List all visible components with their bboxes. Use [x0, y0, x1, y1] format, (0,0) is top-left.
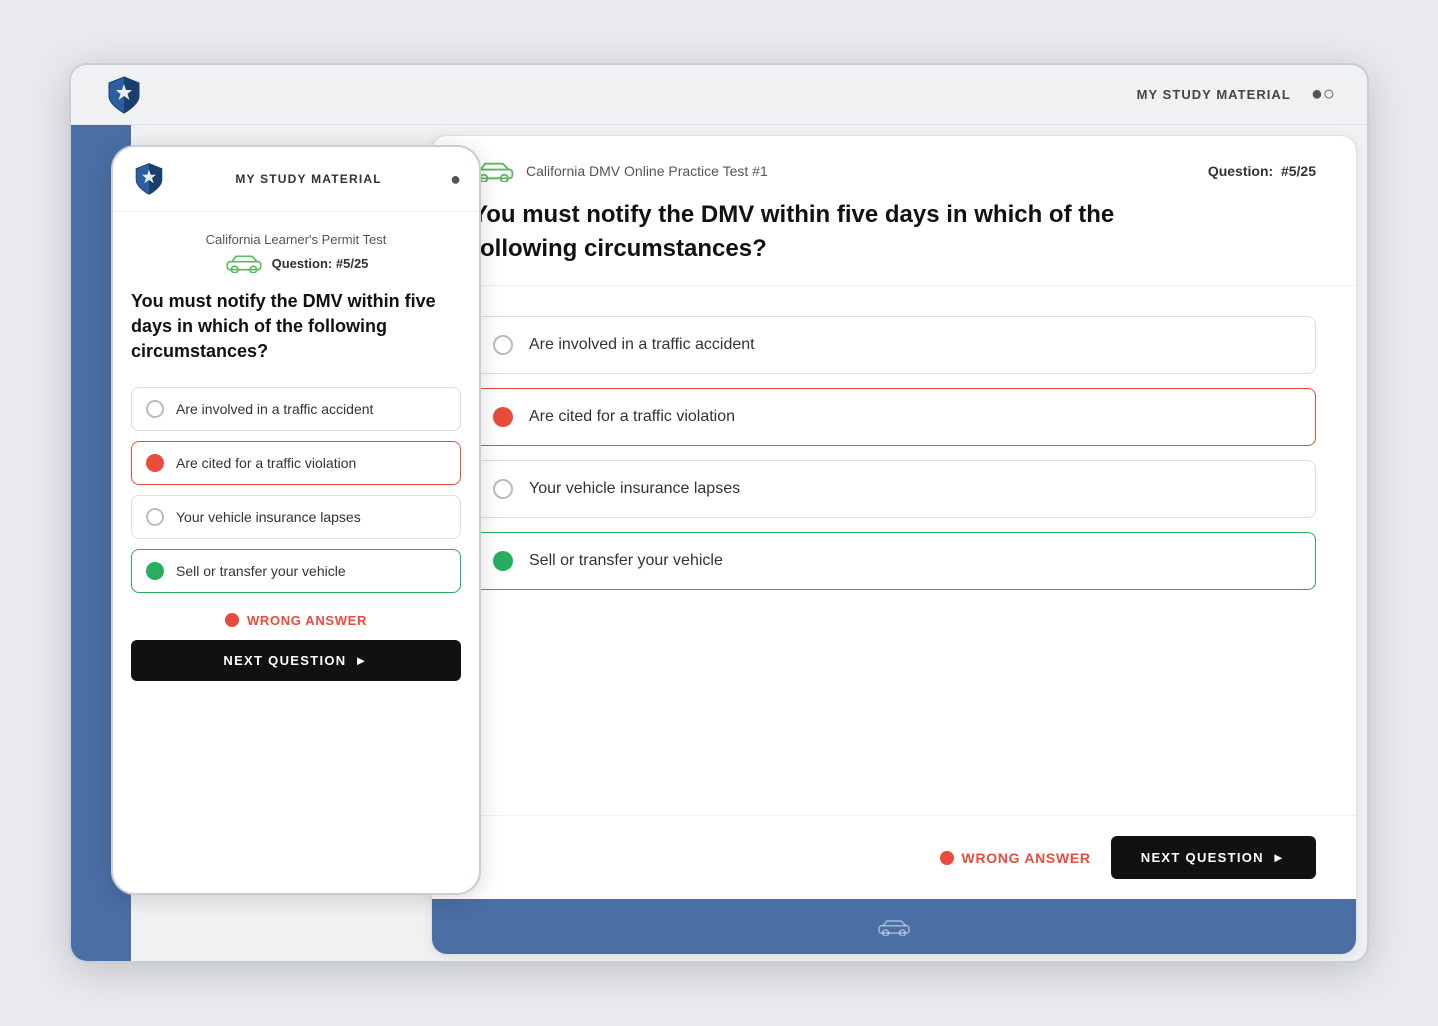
nav-study-material-label: MY STUDY MATERIAL — [1137, 87, 1291, 102]
desktop-answer-text-2: Are cited for a traffic violation — [529, 408, 735, 426]
desktop-answer-text-4: Sell or transfer your vehicle — [529, 552, 723, 570]
phone-wrong-answer-label: WRONG ANSWER — [247, 613, 367, 628]
phone-radio-selected-wrong — [146, 454, 164, 472]
desktop-answer-option-4[interactable]: Sell or transfer your vehicle — [472, 532, 1316, 590]
phone-footer: WRONG ANSWER NEXT QUESTION ► — [131, 613, 461, 681]
phone-test-name: California Learner's Permit Test — [131, 232, 461, 247]
phone-next-question-button[interactable]: NEXT QUESTION ► — [131, 640, 461, 681]
car-icon — [224, 253, 264, 273]
desktop-question-num: #5/25 — [1281, 163, 1316, 179]
outer-nav-right: MY STUDY MATERIAL ●○ — [1137, 83, 1335, 106]
desktop-radio-3 — [493, 479, 513, 499]
phone-radio-1 — [146, 400, 164, 418]
desktop-wrong-answer-indicator: WRONG ANSWER — [940, 850, 1091, 866]
desktop-panel-header: California DMV Online Practice Test #1 Q… — [432, 136, 1356, 286]
desktop-radio-wrong — [493, 407, 513, 427]
phone-question-text: You must notify the DMV within five days… — [131, 289, 461, 365]
phone-answer-text-1: Are involved in a traffic accident — [176, 401, 373, 417]
outer-topbar: MY STUDY MATERIAL ●○ — [71, 65, 1367, 125]
desktop-question-counter: Question: #5/25 — [1208, 163, 1316, 179]
phone-user-icon[interactable]: ● — [450, 169, 461, 190]
phone-answer-text-2: Are cited for a traffic violation — [176, 455, 356, 471]
phone-question-number: #5/25 — [336, 256, 369, 271]
desktop-footer: WRONG ANSWER NEXT QUESTION ► — [432, 815, 1356, 899]
desktop-wrong-dot-icon — [940, 851, 954, 865]
phone-car-row: Question: #5/25 — [131, 253, 461, 273]
desktop-answers-area: Are involved in a traffic accident Are c… — [432, 286, 1356, 815]
desktop-quiz-panel: California DMV Online Practice Test #1 Q… — [431, 135, 1357, 955]
desktop-answer-text-3: Your vehicle insurance lapses — [529, 480, 740, 498]
desktop-test-meta: California DMV Online Practice Test #1 Q… — [472, 160, 1316, 182]
desktop-next-arrow-icon: ► — [1272, 850, 1286, 865]
phone-title-label: MY STUDY MATERIAL — [235, 172, 381, 186]
phone-question-label: Question: #5/25 — [272, 256, 369, 271]
main-content-area: MY STUDY MATERIAL ● California Learner's… — [71, 125, 1367, 963]
phone-wrong-dot-icon — [225, 613, 239, 627]
desktop-bottom-car-icon — [876, 918, 912, 936]
phone-answer-option-1[interactable]: Are involved in a traffic accident — [131, 387, 461, 431]
desktop-bottom-bar — [432, 899, 1356, 954]
desktop-answer-text-1: Are involved in a traffic accident — [529, 336, 755, 354]
app-logo-icon — [103, 74, 145, 116]
phone-answer-option-2[interactable]: Are cited for a traffic violation — [131, 441, 461, 485]
desktop-test-name-label: California DMV Online Practice Test #1 — [526, 163, 768, 179]
phone-next-arrow-icon: ► — [354, 653, 368, 668]
desktop-answer-option-1[interactable]: Are involved in a traffic accident — [472, 316, 1316, 374]
phone-answer-text-3: Your vehicle insurance lapses — [176, 509, 361, 525]
desktop-wrong-answer-label: WRONG ANSWER — [962, 850, 1091, 866]
phone-topbar: MY STUDY MATERIAL ● — [113, 147, 479, 212]
phone-answer-option-3[interactable]: Your vehicle insurance lapses — [131, 495, 461, 539]
phone-wrong-answer-indicator: WRONG ANSWER — [225, 613, 367, 628]
desktop-radio-1 — [493, 335, 513, 355]
user-profile-icon[interactable]: ●○ — [1311, 83, 1335, 106]
phone-device-mockup: MY STUDY MATERIAL ● California Learner's… — [111, 145, 481, 895]
outer-device-frame: MY STUDY MATERIAL ●○ MY STUDY MATERIAL ● — [69, 63, 1369, 963]
phone-body: California Learner's Permit Test Questio… — [113, 212, 479, 701]
desktop-answer-option-2[interactable]: Are cited for a traffic violation — [472, 388, 1316, 446]
phone-app-logo-icon — [131, 161, 167, 197]
desktop-next-question-button[interactable]: NEXT QUESTION ► — [1111, 836, 1316, 879]
phone-radio-3 — [146, 508, 164, 526]
phone-radio-correct — [146, 562, 164, 580]
desktop-answer-option-3[interactable]: Your vehicle insurance lapses — [472, 460, 1316, 518]
desktop-test-name-row: California DMV Online Practice Test #1 — [472, 160, 768, 182]
desktop-radio-correct — [493, 551, 513, 571]
desktop-question-text: You must notify the DMV within five days… — [472, 198, 1172, 265]
phone-answer-option-4[interactable]: Sell or transfer your vehicle — [131, 549, 461, 593]
phone-test-header: California Learner's Permit Test Questio… — [131, 232, 461, 273]
phone-answer-text-4: Sell or transfer your vehicle — [176, 563, 346, 579]
